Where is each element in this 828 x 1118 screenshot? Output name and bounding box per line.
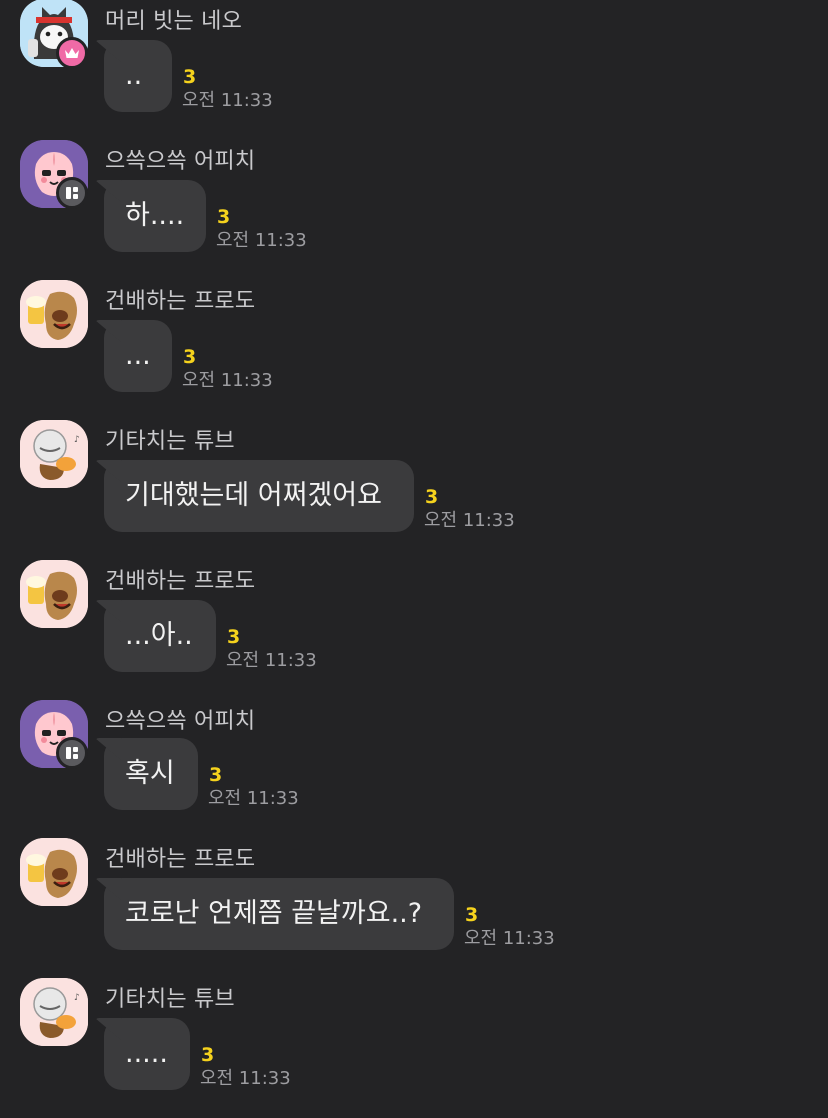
svg-text:♪: ♪	[74, 993, 80, 1003]
message-meta: 3 오전 11:33	[182, 345, 273, 393]
sender-name: 건배하는 프로도	[105, 569, 256, 594]
sender-name: 건배하는 프로도	[105, 289, 256, 314]
grid-icon	[56, 737, 88, 769]
message-bubble[interactable]: 코로난 언제쯤 끝날까요..?	[104, 878, 454, 950]
timestamp: 오전 11:33	[216, 230, 307, 251]
message-bubble[interactable]: ..	[104, 40, 172, 112]
timestamp: 오전 11:33	[182, 370, 273, 391]
frodo-avatar[interactable]	[20, 280, 88, 348]
message-meta: 3 오전 11:33	[464, 903, 555, 951]
timestamp: 오전 11:33	[182, 90, 273, 111]
unread-count: 3	[201, 1044, 215, 1066]
message-bubble[interactable]: .....	[104, 1018, 190, 1090]
unread-count: 3	[425, 486, 439, 508]
timestamp: 오전 11:33	[424, 510, 515, 531]
unread-count: 3	[183, 346, 197, 368]
frodo-avatar[interactable]	[20, 838, 88, 906]
message-meta: 3 오전 11:33	[424, 485, 515, 533]
sender-name: 으쓱으쓱 어피치	[105, 149, 256, 174]
sender-name: 으쓱으쓱 어피치	[105, 709, 256, 734]
tube-avatar[interactable]: ♪	[20, 978, 88, 1046]
unread-count: 3	[209, 764, 223, 786]
timestamp: 오전 11:33	[208, 788, 299, 809]
sender-name: 머리 빗는 네오	[105, 9, 243, 34]
message-bubble[interactable]: 혹시	[104, 738, 198, 810]
sender-name: 기타치는 튜브	[105, 429, 235, 454]
message-meta: 3 오전 11:33	[200, 1043, 291, 1091]
sender-name: 건배하는 프로도	[105, 847, 256, 872]
timestamp: 오전 11:33	[200, 1068, 291, 1089]
unread-count: 3	[217, 206, 231, 228]
unread-count: 3	[183, 66, 197, 88]
unread-count: 3	[227, 626, 241, 648]
frodo-avatar[interactable]	[20, 560, 88, 628]
sender-name: 기타치는 튜브	[105, 987, 235, 1012]
message-bubble[interactable]: 기대했는데 어쩌겠어요	[104, 460, 414, 532]
message-meta: 3 오전 11:33	[216, 205, 307, 253]
message-bubble[interactable]: ...	[104, 320, 172, 392]
message-bubble[interactable]: 하....	[104, 180, 206, 252]
timestamp: 오전 11:33	[464, 928, 555, 949]
tube-avatar[interactable]: ♪	[20, 420, 88, 488]
message-meta: 3 오전 11:33	[182, 65, 273, 113]
crown-icon	[56, 37, 88, 69]
message-bubble[interactable]: ...아..	[104, 600, 216, 672]
chat-room[interactable]: 머리 빗는 네오 .. 3 오전 11:33 으쓱으쓱 어피치 하.... 3 …	[0, 0, 828, 1118]
message-meta: 3 오전 11:33	[226, 625, 317, 673]
svg-text:♪: ♪	[74, 435, 80, 445]
grid-icon	[56, 177, 88, 209]
unread-count: 3	[465, 904, 479, 926]
timestamp: 오전 11:33	[226, 650, 317, 671]
message-meta: 3 오전 11:33	[208, 763, 299, 811]
